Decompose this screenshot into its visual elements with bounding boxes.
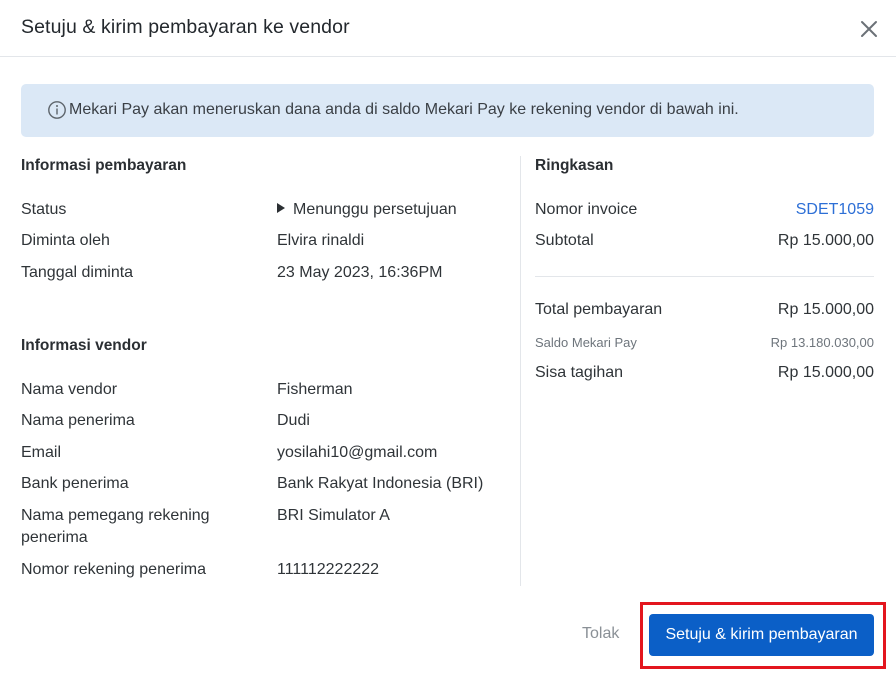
email-value: yosilahi10@gmail.com (277, 444, 438, 461)
status-value: Menunggu persetujuan (277, 199, 457, 221)
approve-send-payment-button[interactable]: Setuju & kirim pembayaran (649, 614, 874, 656)
remaining-bill-label: Sisa tagihan (535, 364, 624, 381)
summary-divider (535, 276, 874, 277)
email-label: Email (21, 444, 62, 461)
subtotal-label: Subtotal (535, 232, 594, 249)
recipient-name-label: Nama penerima (21, 412, 135, 429)
approve-payment-dialog: Setuju & kirim pembayaran ke vendor Meka… (0, 0, 896, 678)
dialog-header: Setuju & kirim pembayaran ke vendor (0, 0, 896, 57)
total-payment-label: Total pembayaran (535, 301, 663, 318)
mekari-pay-balance-value: Rp 13.180.030,00 (770, 335, 874, 350)
invoice-number-link[interactable]: SDET1059 (796, 199, 874, 221)
recipient-bank-label: Bank penerima (21, 475, 129, 492)
requested-date-label: Tanggal diminta (21, 264, 134, 281)
info-banner: Mekari Pay akan meneruskan dana anda di … (21, 84, 874, 137)
requested-date-value: 23 May 2023, 16:36PM (277, 264, 443, 281)
account-number-value: 111112222222 (277, 561, 380, 578)
recipient-name-value: Dudi (277, 412, 310, 429)
vendor-info-title: Informasi vendor (21, 337, 147, 354)
close-icon[interactable] (858, 18, 880, 40)
vendor-name-label: Nama vendor (21, 381, 118, 398)
account-number-label: Nomor rekening penerima (21, 561, 206, 578)
summary-title: Ringkasan (535, 157, 614, 174)
status-badge: Menunggu persetujuan (293, 201, 457, 218)
recipient-bank-value: Bank Rakyat Indonesia (BRI) (277, 475, 484, 492)
subtotal-value: Rp 15.000,00 (777, 232, 874, 249)
account-holder-label: Nama pemegang rekening penerima (21, 507, 210, 546)
mekari-pay-balance-label: Saldo Mekari Pay (535, 335, 637, 350)
column-divider (520, 156, 521, 586)
vendor-name-value: Fisherman (277, 381, 353, 398)
remaining-bill-value: Rp 15.000,00 (777, 364, 874, 381)
info-banner-text: Mekari Pay akan meneruskan dana anda di … (69, 101, 739, 118)
status-label: Status (21, 201, 67, 218)
info-icon (47, 100, 67, 120)
play-icon (277, 203, 285, 213)
payment-info-title: Informasi pembayaran (21, 157, 187, 174)
reject-button[interactable]: Tolak (582, 625, 619, 643)
invoice-number-label: Nomor invoice (535, 201, 638, 218)
total-payment-value: Rp 15.000,00 (777, 301, 874, 318)
requested-by-label: Diminta oleh (21, 232, 110, 249)
requested-by-value: Elvira rinaldi (277, 232, 365, 249)
account-holder-value: BRI Simulator A (277, 507, 390, 524)
dialog-title: Setuju & kirim pembayaran ke vendor (21, 16, 350, 38)
